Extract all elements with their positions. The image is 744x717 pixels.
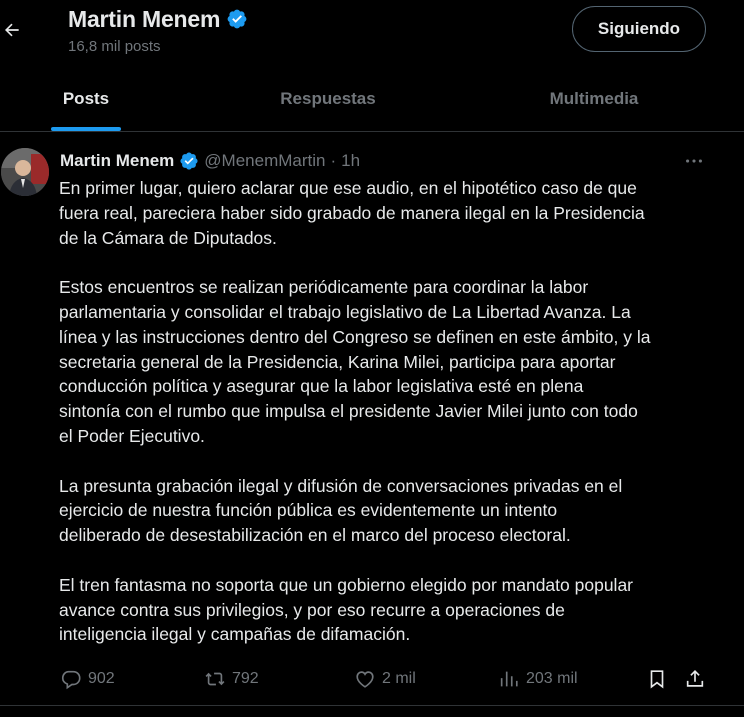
tab-media[interactable]: Multimedia: [484, 66, 704, 132]
active-tab-indicator: [51, 127, 121, 131]
views-button[interactable]: 203 mil: [498, 664, 578, 694]
post-actions: 902 792 2 mil 203 mil: [0, 664, 744, 694]
profile-title: Martin Menem 16,8 mil posts: [68, 4, 248, 55]
avatar[interactable]: [1, 148, 49, 196]
bookmark-icon: [650, 670, 664, 689]
profile-tabs: Posts Respuestas Multimedia: [0, 66, 744, 132]
more-horizontal-icon: [686, 159, 702, 163]
tab-posts[interactable]: Posts: [0, 66, 172, 132]
repost-count: 792: [232, 670, 259, 687]
like-button[interactable]: 2 mil: [354, 664, 416, 694]
post-author-name[interactable]: Martin Menem: [60, 151, 174, 171]
posts-count: 16,8 mil posts: [68, 38, 161, 55]
reply-icon: [61, 670, 81, 690]
repost-button[interactable]: 792: [204, 664, 259, 694]
divider: [0, 705, 744, 706]
tab-replies[interactable]: Respuestas: [172, 66, 484, 132]
heart-icon: [356, 671, 374, 688]
verified-badge-icon: [180, 152, 198, 170]
profile-name: Martin Menem: [68, 5, 221, 32]
views-count: 203 mil: [526, 670, 578, 687]
reply-button[interactable]: 902: [60, 664, 115, 694]
post-text: En primer lugar, quiero aclarar que ese …: [59, 178, 651, 645]
reply-count: 902: [88, 670, 115, 687]
verified-badge-icon: [227, 9, 247, 29]
share-icon: [686, 670, 704, 687]
profile-header: Martin Menem 16,8 mil posts Siguiendo: [0, 0, 744, 66]
following-button[interactable]: Siguiendo: [572, 6, 706, 52]
post-author-handle[interactable]: @MenemMartin: [204, 151, 325, 171]
bookmark-button[interactable]: [646, 664, 668, 694]
analytics-icon: [500, 671, 518, 687]
separator-dot: ·: [330, 151, 337, 170]
user-photo-icon: [1, 148, 49, 196]
back-button[interactable]: [0, 12, 24, 48]
share-button[interactable]: [684, 664, 706, 694]
repost-icon: [205, 672, 225, 686]
post-header: Martin Menem @MenemMartin · 1h: [60, 150, 360, 172]
post-timestamp[interactable]: 1h: [341, 151, 360, 171]
like-count: 2 mil: [382, 670, 416, 687]
arrow-left-icon: [5, 23, 19, 37]
more-options-button[interactable]: [682, 150, 706, 172]
